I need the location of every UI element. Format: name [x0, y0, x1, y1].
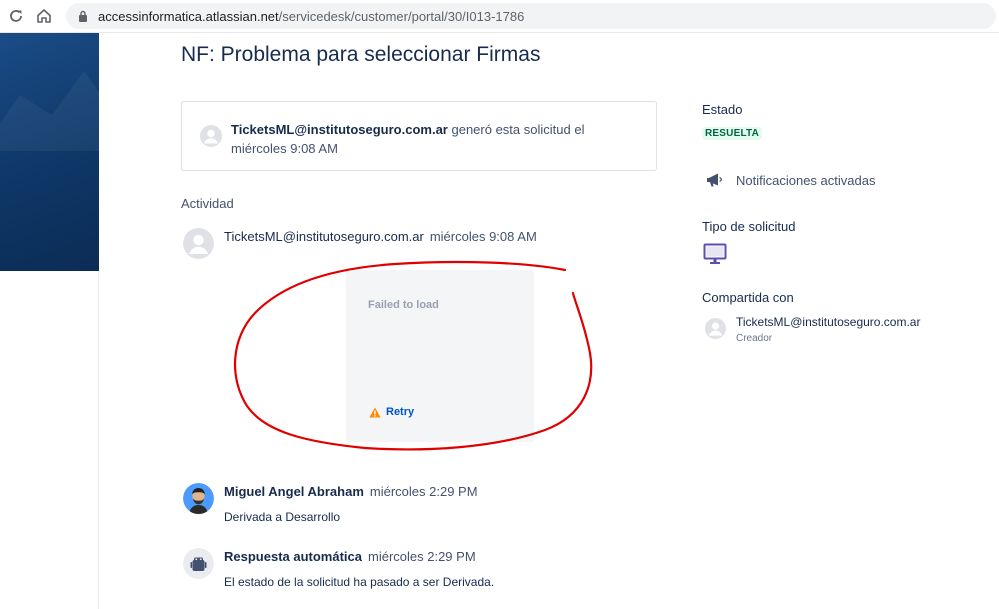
retry-label: Retry: [386, 406, 415, 418]
activity-time: miércoles 2:29 PM: [368, 549, 476, 564]
request-summary-text: TicketsML@institutoseguro.com.ar generó …: [231, 120, 641, 158]
retry-button[interactable]: Retry: [369, 406, 414, 418]
warning-icon: [369, 407, 381, 417]
reload-icon[interactable]: [6, 6, 26, 26]
lock-icon: [78, 10, 88, 22]
activity-author[interactable]: TicketsML@institutoseguro.com.ar: [224, 229, 424, 244]
request-type-label: Tipo de solicitud: [702, 219, 796, 234]
activity-time: miércoles 9:08 AM: [429, 229, 537, 244]
shared-with-label: Compartida con: [702, 290, 794, 305]
browser-toolbar: accessinformatica.atlassian.net/serviced…: [0, 0, 999, 33]
user-avatar-icon: [705, 318, 726, 344]
attachment-preview[interactable]: Failed to load Retry: [346, 270, 534, 442]
notifications-label: Notificaciones activadas: [736, 172, 876, 188]
home-icon[interactable]: [34, 6, 54, 26]
activity-author: Respuesta automática: [224, 549, 362, 564]
status-badge: RESUELTA: [702, 127, 763, 140]
request-author[interactable]: TicketsML@institutoseguro.com.ar: [231, 122, 448, 137]
request-created-time: miércoles 9:08 AM: [231, 141, 338, 156]
robot-icon: [183, 548, 214, 579]
user-avatar-icon: [183, 228, 214, 259]
address-bar[interactable]: accessinformatica.atlassian.net/serviced…: [66, 3, 996, 29]
attachment-load-error: Failed to load: [368, 299, 439, 311]
notifications-toggle[interactable]: Notificaciones activadas: [706, 172, 875, 188]
url-path: /servicedesk/customer/portal/30/I013-178…: [278, 8, 525, 24]
request-summary-verb: generó esta solicitud el: [447, 122, 585, 137]
content-divider: [98, 271, 99, 609]
portal-banner: [0, 33, 99, 271]
activity-comment: Derivada a Desarrollo: [224, 510, 341, 524]
activity-author[interactable]: Miguel Angel Abraham: [224, 484, 364, 499]
megaphone-icon: [707, 173, 722, 187]
url-host: accessinformatica.atlassian.net: [98, 8, 279, 24]
request-summary-card: TicketsML@institutoseguro.com.ar generó …: [181, 101, 657, 171]
monitor-icon: [703, 243, 727, 270]
activity-time: miércoles 2:29 PM: [369, 484, 478, 499]
shared-participant-role: Creador: [736, 333, 773, 344]
user-avatar-icon: [200, 125, 222, 152]
status-label: Estado: [702, 102, 743, 117]
page-title: NF: Problema para seleccionar Firmas: [181, 43, 541, 66]
activity-comment: El estado de la solicitud ha pasado a se…: [224, 575, 495, 589]
agent-avatar: [183, 483, 214, 514]
shared-participant-name[interactable]: TicketsML@institutoseguro.com.ar: [736, 315, 920, 329]
activity-heading: Actividad: [181, 196, 234, 211]
